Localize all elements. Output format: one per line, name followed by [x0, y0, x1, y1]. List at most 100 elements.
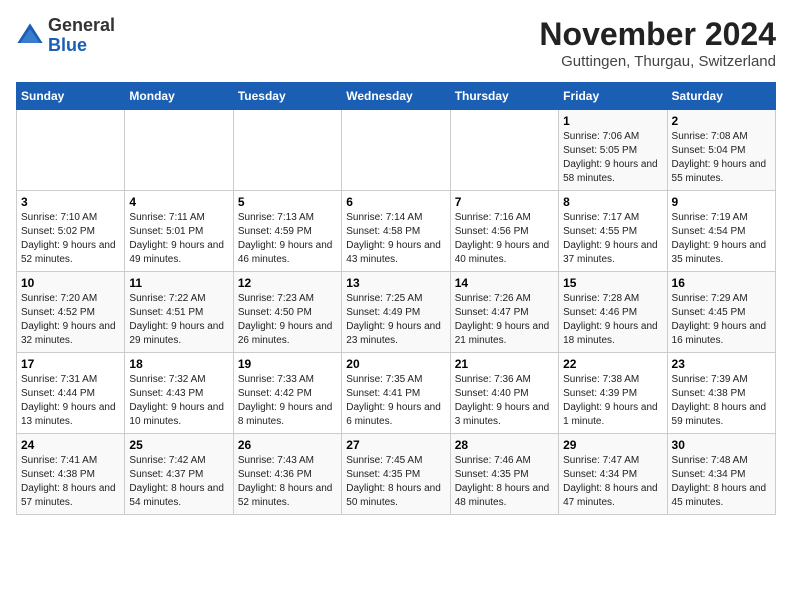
logo-text: General Blue [48, 16, 115, 56]
day-number: 6 [346, 195, 445, 209]
calendar-table: SundayMondayTuesdayWednesdayThursdayFrid… [16, 82, 776, 515]
calendar-week-3: 10Sunrise: 7:20 AM Sunset: 4:52 PM Dayli… [17, 272, 776, 353]
header-cell-thursday: Thursday [450, 83, 558, 110]
day-info: Sunrise: 7:36 AM Sunset: 4:40 PM Dayligh… [455, 373, 554, 429]
calendar-cell: 16 Sunrise: 7:29 AM Sunset: 4:45 PM Dayli… [667, 272, 775, 353]
calendar-cell: 17 Sunrise: 7:31 AM Sunset: 4:44 PM Dayli… [17, 353, 125, 434]
header-cell-friday: Friday [559, 83, 667, 110]
header-cell-saturday: Saturday [667, 83, 775, 110]
calendar-cell: 24 Sunrise: 7:41 AM Sunset: 4:38 PM Dayli… [17, 434, 125, 515]
calendar-cell: 3 Sunrise: 7:10 AM Sunset: 5:02 PM Daylig… [17, 191, 125, 272]
day-info: Sunrise: 7:41 AM Sunset: 4:38 PM Dayligh… [21, 454, 120, 510]
day-info: Sunrise: 7:06 AM Sunset: 5:05 PM Dayligh… [563, 130, 662, 186]
calendar-cell [450, 110, 558, 191]
calendar-cell: 22 Sunrise: 7:38 AM Sunset: 4:39 PM Dayli… [559, 353, 667, 434]
day-number: 16 [672, 276, 771, 290]
day-info: Sunrise: 7:46 AM Sunset: 4:35 PM Dayligh… [455, 454, 554, 510]
day-number: 5 [238, 195, 337, 209]
day-number: 23 [672, 357, 771, 371]
calendar-cell: 10Sunrise: 7:20 AM Sunset: 4:52 PM Dayli… [17, 272, 125, 353]
calendar-cell: 5Sunrise: 7:13 AM Sunset: 4:59 PM Daylig… [233, 191, 341, 272]
day-info: Sunrise: 7:43 AM Sunset: 4:36 PM Dayligh… [238, 454, 337, 510]
calendar-cell [342, 110, 450, 191]
day-info: Sunrise: 7:29 AM Sunset: 4:45 PM Dayligh… [672, 292, 771, 348]
day-number: 11 [129, 276, 228, 290]
calendar-week-4: 17 Sunrise: 7:31 AM Sunset: 4:44 PM Dayli… [17, 353, 776, 434]
day-number: 7 [455, 195, 554, 209]
day-info: Sunrise: 7:48 AM Sunset: 4:34 PM Dayligh… [672, 454, 771, 510]
calendar-cell: 13 Sunrise: 7:25 AM Sunset: 4:49 PM Dayli… [342, 272, 450, 353]
day-number: 30 [672, 438, 771, 452]
day-number: 17 [21, 357, 120, 371]
calendar-cell: 6 Sunrise: 7:14 AM Sunset: 4:58 PM Daylig… [342, 191, 450, 272]
day-info: Sunrise: 7:23 AM Sunset: 4:50 PM Dayligh… [238, 292, 337, 348]
header: General Blue November 2024 Guttingen, Th… [16, 16, 776, 70]
calendar-week-1: 1Sunrise: 7:06 AM Sunset: 5:05 PM Daylig… [17, 110, 776, 191]
calendar-cell: 21 Sunrise: 7:36 AM Sunset: 4:40 PM Dayli… [450, 353, 558, 434]
day-number: 27 [346, 438, 445, 452]
day-info: Sunrise: 7:17 AM Sunset: 4:55 PM Dayligh… [563, 211, 662, 267]
day-number: 3 [21, 195, 120, 209]
calendar-cell: 18 Sunrise: 7:32 AM Sunset: 4:43 PM Dayli… [125, 353, 233, 434]
day-number: 15 [563, 276, 662, 290]
calendar-cell: 2 Sunrise: 7:08 AM Sunset: 5:04 PM Daylig… [667, 110, 775, 191]
calendar-cell: 9Sunrise: 7:19 AM Sunset: 4:54 PM Daylig… [667, 191, 775, 272]
day-number: 29 [563, 438, 662, 452]
day-info: Sunrise: 7:14 AM Sunset: 4:58 PM Dayligh… [346, 211, 445, 267]
day-number: 8 [563, 195, 662, 209]
day-number: 28 [455, 438, 554, 452]
day-number: 14 [455, 276, 554, 290]
day-number: 24 [21, 438, 120, 452]
calendar-cell: 4 Sunrise: 7:11 AM Sunset: 5:01 PM Daylig… [125, 191, 233, 272]
day-info: Sunrise: 7:42 AM Sunset: 4:37 PM Dayligh… [129, 454, 228, 510]
calendar-cell: 11 Sunrise: 7:22 AM Sunset: 4:51 PM Dayli… [125, 272, 233, 353]
header-cell-wednesday: Wednesday [342, 83, 450, 110]
calendar-header-row: SundayMondayTuesdayWednesdayThursdayFrid… [17, 83, 776, 110]
title-section: November 2024 Guttingen, Thurgau, Switze… [539, 16, 776, 70]
day-info: Sunrise: 7:31 AM Sunset: 4:44 PM Dayligh… [21, 373, 120, 429]
day-info: Sunrise: 7:22 AM Sunset: 4:51 PM Dayligh… [129, 292, 228, 348]
day-info: Sunrise: 7:32 AM Sunset: 4:43 PM Dayligh… [129, 373, 228, 429]
day-info: Sunrise: 7:16 AM Sunset: 4:56 PM Dayligh… [455, 211, 554, 267]
calendar-cell: 7 Sunrise: 7:16 AM Sunset: 4:56 PM Daylig… [450, 191, 558, 272]
day-info: Sunrise: 7:35 AM Sunset: 4:41 PM Dayligh… [346, 373, 445, 429]
day-info: Sunrise: 7:11 AM Sunset: 5:01 PM Dayligh… [129, 211, 228, 267]
day-info: Sunrise: 7:10 AM Sunset: 5:02 PM Dayligh… [21, 211, 120, 267]
day-info: Sunrise: 7:39 AM Sunset: 4:38 PM Dayligh… [672, 373, 771, 429]
calendar-cell: 29Sunrise: 7:47 AM Sunset: 4:34 PM Dayli… [559, 434, 667, 515]
calendar-cell [17, 110, 125, 191]
day-number: 26 [238, 438, 337, 452]
calendar-cell: 19 Sunrise: 7:33 AM Sunset: 4:42 PM Dayli… [233, 353, 341, 434]
day-number: 21 [455, 357, 554, 371]
month-title: November 2024 [539, 16, 776, 53]
day-info: Sunrise: 7:08 AM Sunset: 5:04 PM Dayligh… [672, 130, 771, 186]
day-number: 25 [129, 438, 228, 452]
day-info: Sunrise: 7:38 AM Sunset: 4:39 PM Dayligh… [563, 373, 662, 429]
calendar-cell [233, 110, 341, 191]
day-info: Sunrise: 7:25 AM Sunset: 4:49 PM Dayligh… [346, 292, 445, 348]
header-cell-sunday: Sunday [17, 83, 125, 110]
calendar-cell: 28 Sunrise: 7:46 AM Sunset: 4:35 PM Dayli… [450, 434, 558, 515]
header-cell-tuesday: Tuesday [233, 83, 341, 110]
day-number: 4 [129, 195, 228, 209]
calendar-cell: 27 Sunrise: 7:45 AM Sunset: 4:35 PM Dayli… [342, 434, 450, 515]
calendar-cell: 26 Sunrise: 7:43 AM Sunset: 4:36 PM Dayli… [233, 434, 341, 515]
header-cell-monday: Monday [125, 83, 233, 110]
day-number: 19 [238, 357, 337, 371]
day-number: 2 [672, 114, 771, 128]
logo: General Blue [16, 16, 115, 56]
calendar-week-2: 3 Sunrise: 7:10 AM Sunset: 5:02 PM Daylig… [17, 191, 776, 272]
day-number: 12 [238, 276, 337, 290]
day-info: Sunrise: 7:26 AM Sunset: 4:47 PM Dayligh… [455, 292, 554, 348]
calendar-cell: 8 Sunrise: 7:17 AM Sunset: 4:55 PM Daylig… [559, 191, 667, 272]
calendar-cell: 25 Sunrise: 7:42 AM Sunset: 4:37 PM Dayli… [125, 434, 233, 515]
day-info: Sunrise: 7:33 AM Sunset: 4:42 PM Dayligh… [238, 373, 337, 429]
day-number: 22 [563, 357, 662, 371]
calendar-cell: 14 Sunrise: 7:26 AM Sunset: 4:47 PM Dayli… [450, 272, 558, 353]
calendar-cell: 1Sunrise: 7:06 AM Sunset: 5:05 PM Daylig… [559, 110, 667, 191]
day-number: 13 [346, 276, 445, 290]
calendar-cell: 23 Sunrise: 7:39 AM Sunset: 4:38 PM Dayli… [667, 353, 775, 434]
day-info: Sunrise: 7:45 AM Sunset: 4:35 PM Dayligh… [346, 454, 445, 510]
calendar-cell: 20Sunrise: 7:35 AM Sunset: 4:41 PM Dayli… [342, 353, 450, 434]
day-number: 18 [129, 357, 228, 371]
